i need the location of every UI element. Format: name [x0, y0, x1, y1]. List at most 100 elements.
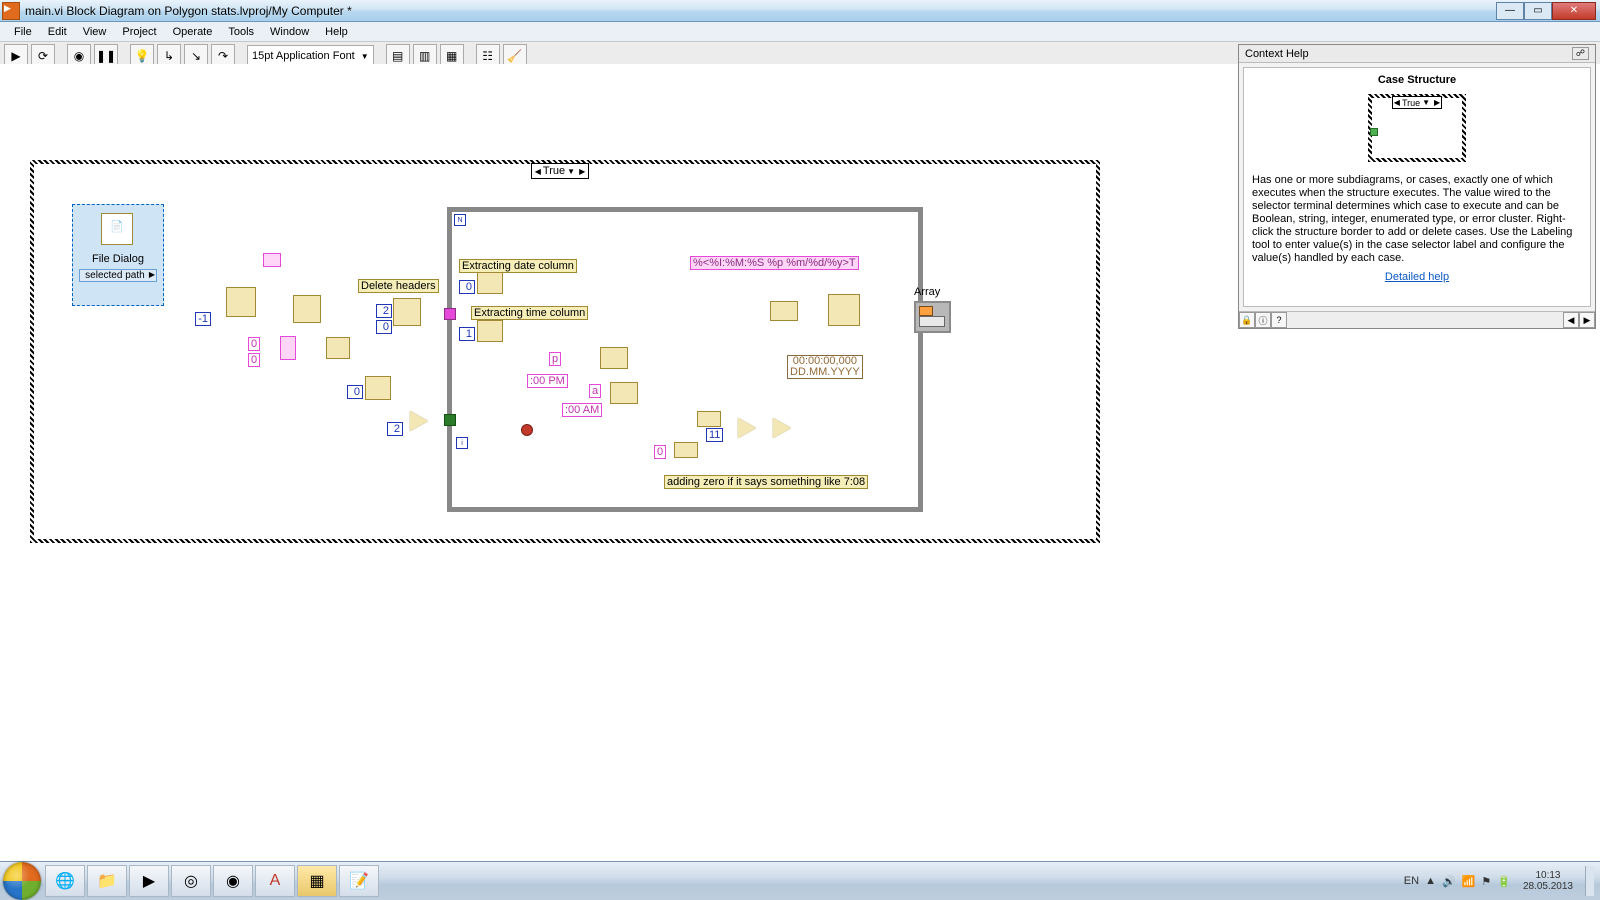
windows-taskbar: 🌐 📁 ▶ ◎ ◉ A ▦ 📝 EN ▲ 🔊 📶 ⚑ 🔋 10:13 28.05…	[0, 861, 1600, 900]
const-zero-b[interactable]: 0	[248, 353, 260, 367]
loop-i-terminal[interactable]: i	[456, 437, 468, 449]
ctx-lock-icon[interactable]: 🔒	[1239, 312, 1255, 328]
time-format-string: %<%I:%M:%S %p %m/%d/%y>T	[690, 256, 859, 270]
context-help-thumbnail: ◀True▼▶	[1368, 94, 1466, 162]
menu-tools[interactable]: Tools	[220, 25, 262, 39]
context-help-text: Has one or more subdiagrams, or cases, e…	[1252, 174, 1582, 265]
taskbar-labview-icon[interactable]: ▦	[297, 865, 337, 897]
file-icon: 📄	[110, 220, 124, 233]
chevron-right-icon: ▶	[149, 270, 155, 279]
loop-n-terminal[interactable]: N	[454, 214, 466, 226]
context-help-pin-icon[interactable]: ☍	[1572, 47, 1589, 60]
context-help-titlebar[interactable]: Context Help ☍	[1239, 45, 1595, 63]
window-titlebar: main.vi Block Diagram on Polygon stats.l…	[0, 0, 1600, 22]
const-eleven[interactable]: 11	[706, 428, 723, 442]
index-array-a[interactable]	[293, 295, 321, 323]
const-one-a[interactable]: 1	[459, 327, 475, 341]
tray-clock[interactable]: 10:13 28.05.2013	[1517, 870, 1579, 892]
concat-datetime-node[interactable]	[770, 301, 798, 321]
index-array-date[interactable]	[477, 272, 503, 294]
const-am[interactable]: :00 AM	[562, 403, 602, 417]
pink-box-2[interactable]	[280, 336, 296, 360]
taskbar-chrome-icon[interactable]: ◉	[213, 865, 253, 897]
menu-view[interactable]: View	[75, 25, 115, 39]
extract-date-label: Extracting date column	[459, 259, 577, 273]
const-zero-e[interactable]: 0	[459, 280, 475, 294]
taskbar-hp-icon[interactable]: ◎	[171, 865, 211, 897]
maximize-button[interactable]: ▭	[1524, 2, 1552, 20]
taskbar-acrobat-icon[interactable]: A	[255, 865, 295, 897]
taskbar-explorer-icon[interactable]: 📁	[87, 865, 127, 897]
menu-project[interactable]: Project	[114, 25, 164, 39]
const-zero-c[interactable]: 0	[376, 320, 392, 334]
context-help-panel[interactable]: Context Help ☍ Case Structure ◀True▼▶ Ha…	[1238, 44, 1596, 329]
delete-headers-label: Delete headers	[358, 279, 439, 293]
font-select-label: 15pt Application Font	[252, 50, 355, 62]
show-desktop-button[interactable]	[1585, 866, 1594, 896]
tray-lang[interactable]: EN	[1404, 875, 1419, 887]
compare-gt-node[interactable]	[410, 411, 428, 431]
case-next-icon2[interactable]: ▶	[577, 167, 587, 176]
tray-volume-icon[interactable]: 🔊	[1442, 875, 1456, 888]
menu-edit[interactable]: Edit	[40, 25, 75, 39]
close-button[interactable]: ✕	[1552, 2, 1596, 20]
case-selector-outer[interactable]: ◀ True ▼ ▶	[531, 163, 589, 179]
const-neg1[interactable]: -1	[195, 312, 211, 326]
context-help-mini-label: True	[1402, 98, 1420, 108]
context-help-link[interactable]: Detailed help	[1385, 271, 1449, 283]
read-spreadsheet-node[interactable]	[226, 287, 256, 317]
const-zero-d[interactable]: 0	[347, 385, 363, 399]
menu-bar: File Edit View Project Operate Tools Win…	[0, 22, 1600, 42]
ctx-detail-icon[interactable]: ⓘ	[1255, 312, 1271, 328]
menu-window[interactable]: Window	[262, 25, 317, 39]
tray-battery-icon[interactable]: 🔋	[1497, 875, 1511, 888]
delete-from-array-node[interactable]	[393, 298, 421, 326]
ctx-scroll-right-icon[interactable]: ▶	[1579, 312, 1595, 328]
const-two-a[interactable]: 2	[376, 304, 392, 318]
ctx-scroll-left-icon[interactable]: ◀	[1563, 312, 1579, 328]
search-split-pm[interactable]	[600, 347, 628, 369]
const-two-b[interactable]: 2	[387, 422, 403, 436]
tray-network-icon[interactable]: 📶	[1462, 875, 1476, 888]
menu-operate[interactable]: Operate	[165, 25, 221, 39]
menu-file[interactable]: File	[6, 25, 40, 39]
search-split-am[interactable]	[610, 382, 638, 404]
transpose-node[interactable]	[326, 337, 350, 359]
ctx-help-icon[interactable]: ?	[1271, 312, 1287, 328]
const-zero-a[interactable]: 0	[248, 337, 260, 351]
extract-time-label: Extracting time column	[471, 306, 588, 320]
const-a[interactable]: a	[589, 384, 601, 398]
start-button[interactable]	[3, 862, 41, 900]
concat-zero-node[interactable]	[674, 442, 698, 458]
file-dialog-output[interactable]: selected path ▶	[79, 269, 157, 282]
const-p[interactable]: p	[549, 352, 561, 366]
index-array-time[interactable]	[477, 320, 503, 342]
tray-flag-icon[interactable]: ⚑	[1481, 875, 1491, 888]
app-icon	[2, 2, 20, 20]
minimize-button[interactable]: —	[1496, 2, 1524, 20]
taskbar-ie-icon[interactable]: 🌐	[45, 865, 85, 897]
const-pm[interactable]: :00 PM	[527, 374, 568, 388]
array-indicator[interactable]	[914, 301, 951, 333]
tunnel-in-bool	[444, 414, 456, 426]
window-title: main.vi Block Diagram on Polygon stats.l…	[25, 4, 1496, 18]
select-node-b[interactable]	[773, 418, 791, 438]
taskbar-mediaplayer-icon[interactable]: ▶	[129, 865, 169, 897]
menu-help[interactable]: Help	[317, 25, 356, 39]
scan-from-string-node[interactable]	[828, 294, 860, 326]
compare-lt-node[interactable]	[738, 418, 756, 438]
tray-up-icon[interactable]: ▲	[1425, 875, 1436, 887]
case-next-icon[interactable]: ▼	[565, 167, 577, 176]
system-tray: EN ▲ 🔊 📶 ⚑ 🔋 10:13 28.05.2013	[1398, 866, 1600, 896]
case-prev-icon[interactable]: ◀	[533, 167, 543, 176]
array-size-node[interactable]	[365, 376, 391, 400]
time-constant-l2: DD.MM.YYYY	[790, 367, 860, 378]
breakpoint-icon[interactable]	[521, 424, 533, 436]
time-constant[interactable]: 00:00:00,000 DD.MM.YYYY	[787, 355, 863, 379]
context-help-topic: Case Structure	[1252, 74, 1582, 86]
file-dialog-node[interactable]: 📄 File Dialog selected path ▶	[72, 204, 164, 306]
taskbar-notepad-icon[interactable]: 📝	[339, 865, 379, 897]
string-length-node[interactable]	[697, 411, 721, 427]
const-zero-str[interactable]: 0	[654, 445, 666, 459]
pink-box-1[interactable]	[263, 253, 281, 267]
